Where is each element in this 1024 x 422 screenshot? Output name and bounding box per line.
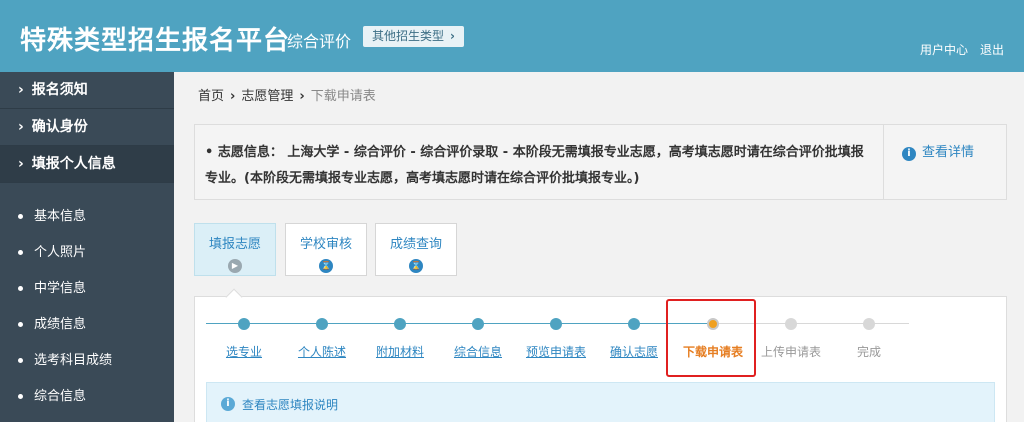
- bullet-icon: [18, 358, 23, 363]
- sidebar-item-notice[interactable]: › 报名须知: [0, 72, 174, 109]
- bullet-icon: [18, 286, 23, 291]
- tab-school-review[interactable]: 学校审核 ⌛: [285, 223, 367, 276]
- sidebar: › 报名须知 › 确认身份 › 填报个人信息 基本信息 个人照片 中学信息 成绩信息 …: [0, 72, 174, 422]
- step-connector: [400, 323, 478, 324]
- step-label: 上传申请表: [760, 345, 821, 359]
- application-info-panel: • 志愿信息： 上海大学 - 综合评价 - 综合评价录取 - 本阶段无需填报专业…: [194, 124, 1007, 200]
- sidebar-item-personal-info[interactable]: › 填报个人信息: [0, 146, 174, 183]
- tab-score-query[interactable]: 成绩查询 ⌛: [375, 223, 457, 276]
- sidebar-subitem-label: 成绩信息: [34, 317, 87, 332]
- current-step-highlight: [666, 299, 756, 377]
- sidebar-subitem-label: 中学信息: [34, 281, 87, 296]
- tab-fill-application[interactable]: 填报志愿 ▶: [194, 223, 276, 276]
- sidebar-item-label: 填报个人信息: [31, 156, 116, 172]
- step-dot: [316, 318, 328, 330]
- tab-label: 填报志愿: [208, 237, 261, 252]
- step-label[interactable]: 选专业: [208, 343, 280, 360]
- logout-link[interactable]: 退出: [980, 41, 1004, 58]
- step-dot: [238, 318, 250, 330]
- sidebar-subitem-school-info[interactable]: 中学信息: [0, 271, 174, 307]
- step-dot: [628, 318, 640, 330]
- step-connector: [478, 323, 556, 324]
- step-connector: [322, 323, 400, 324]
- breadcrumb-section[interactable]: 志愿管理: [241, 89, 293, 104]
- guide-bar[interactable]: i 查看志愿填报说明: [206, 382, 995, 422]
- step-dot: [472, 318, 484, 330]
- enrollment-type-title: 综合评价: [287, 32, 352, 51]
- tab-label: 成绩查询: [389, 237, 442, 252]
- step-label: 完成: [856, 345, 881, 359]
- bullet-icon: [18, 214, 23, 219]
- sidebar-item-label: 确认身份: [31, 119, 88, 135]
- breadcrumb-current: 下载申请表: [310, 89, 376, 104]
- sidebar-subitem-basic-info[interactable]: 基本信息: [0, 199, 174, 235]
- info-icon: i: [902, 147, 916, 161]
- step-dot: [863, 318, 875, 330]
- step-dot: [550, 318, 562, 330]
- step-connector: [556, 323, 634, 324]
- chevron-right-icon: ›: [230, 89, 236, 104]
- sidebar-subitem-elective-scores[interactable]: 选考科目成绩: [0, 343, 174, 379]
- step-label[interactable]: 附加材料: [364, 343, 436, 360]
- sidebar-subitem-label: 个人照片: [34, 245, 87, 260]
- bullet-icon: [18, 322, 23, 327]
- tab-label: 学校审核: [299, 237, 352, 252]
- header-bar: 特殊类型招生报名平台 综合评价 其他招生类型 › 用户中心 退出: [0, 0, 1024, 72]
- user-center-link[interactable]: 用户中心: [920, 41, 968, 58]
- play-icon: ▶: [228, 259, 242, 273]
- hourglass-icon: ⌛: [319, 259, 333, 273]
- step-connector: [244, 323, 322, 324]
- site-title: 特殊类型招生报名平台: [20, 26, 291, 56]
- sidebar-subitem-scores[interactable]: 成绩信息: [0, 307, 174, 343]
- breadcrumb-home[interactable]: 首页: [198, 89, 224, 104]
- chevron-right-icon: ›: [18, 156, 24, 172]
- breadcrumb: 首页 › 志愿管理 › 下载申请表: [198, 85, 376, 104]
- info-icon: i: [221, 397, 235, 411]
- step-connector: [869, 323, 909, 324]
- sidebar-item-confirm-identity[interactable]: › 确认身份: [0, 109, 174, 146]
- chevron-right-icon: ›: [450, 29, 455, 43]
- sidebar-subitem-photo[interactable]: 个人照片: [0, 235, 174, 271]
- bullet-icon: [18, 250, 23, 255]
- step-label[interactable]: 综合信息: [442, 343, 514, 360]
- step-dot: [785, 318, 797, 330]
- application-info-text: • 志愿信息： 上海大学 - 综合评价 - 综合评价录取 - 本阶段无需填报专业…: [205, 145, 864, 186]
- bullet-icon: [18, 394, 23, 399]
- chevron-right-icon: ›: [299, 89, 305, 104]
- step-dot: [394, 318, 406, 330]
- view-details-label: 查看详情: [922, 145, 975, 160]
- other-types-button[interactable]: 其他招生类型 ›: [363, 26, 464, 47]
- step-label[interactable]: 预览申请表: [520, 343, 592, 360]
- sidebar-subitem-label: 综合信息: [34, 389, 87, 404]
- sidebar-item-label: 报名须知: [31, 82, 88, 98]
- guide-link[interactable]: 查看志愿填报说明: [242, 396, 338, 413]
- application-info-value: 志愿信息： 上海大学 - 综合评价 - 综合评价录取 - 本阶段无需填报专业志愿…: [205, 145, 864, 186]
- other-types-label: 其他招生类型: [372, 29, 445, 43]
- sidebar-subitem-comprehensive-info[interactable]: 综合信息: [0, 379, 174, 415]
- chevron-right-icon: ›: [18, 119, 24, 135]
- chevron-right-icon: ›: [18, 82, 24, 98]
- sidebar-subitem-label: 选考科目成绩: [34, 353, 113, 368]
- sidebar-subitem-label: 基本信息: [34, 209, 87, 224]
- step-label[interactable]: 个人陈述: [286, 343, 358, 360]
- view-details-link[interactable]: i 查看详情: [902, 141, 974, 161]
- hourglass-icon: ⌛: [409, 259, 423, 273]
- divider: [883, 125, 884, 199]
- step-label[interactable]: 确认志愿: [598, 343, 670, 360]
